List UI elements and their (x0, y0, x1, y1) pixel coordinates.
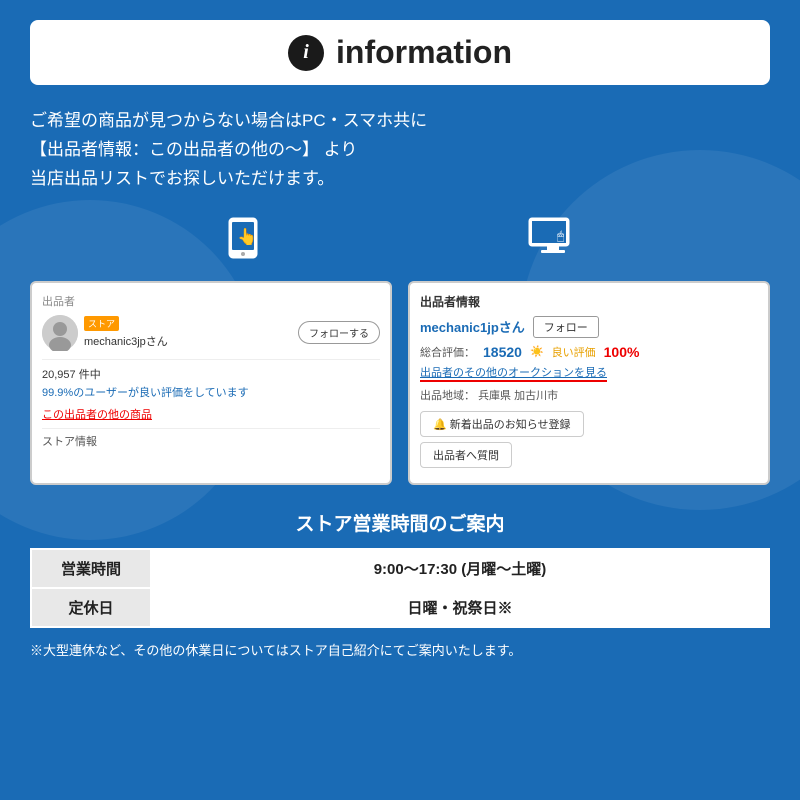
info-icon: i (288, 35, 324, 71)
auction-link[interactable]: 出品者のその他のオークションを見る (420, 364, 607, 382)
mobile-section-label: 出品者 (42, 293, 380, 309)
svg-text:👆: 👆 (237, 227, 257, 246)
divider1 (42, 359, 380, 360)
hours-label-1: 定休日 (31, 588, 151, 627)
store-hours-title: ストア営業時間のご案内 (30, 509, 770, 536)
store-info-label: ストア情報 (42, 428, 380, 449)
pc-screenshot: 出品者情報 mechanic1jpさん フォロー 総合評価： 18520 ☀️ … (408, 281, 770, 485)
pc-seller-row: mechanic1jpさん フォロー (420, 316, 758, 338)
hours-label-0: 営業時間 (31, 549, 151, 588)
pc-follow-button[interactable]: フォロー (533, 316, 599, 338)
header-title: information (336, 34, 512, 71)
mobile-review-count: 20,957 件中 (42, 366, 380, 382)
mobile-seller-name: mechanic3jpさん (84, 333, 168, 349)
store-badge: ストア (84, 316, 119, 331)
rating-value: 18520 (483, 344, 522, 360)
pc-seller-name: mechanic1jpさん (420, 317, 525, 336)
mobile-screenshot: 出品者 ストア mechanic3jpさん フォローする (30, 281, 392, 485)
hours-table: 営業時間 9:00〜17:30 (月曜〜土曜) 定休日 日曜・祝祭日※ (30, 548, 770, 628)
screenshots-row: 出品者 ストア mechanic3jpさん フォローする (30, 281, 770, 485)
notify-button[interactable]: 🔔 新着出品のお知らせ登録 (420, 411, 584, 437)
avatar (42, 315, 78, 351)
store-hours-note: ※大型連休など、その他の休業日についてはストア自己紹介にてご案内いたします。 (30, 640, 770, 659)
svg-text:🖱: 🖱 (557, 229, 564, 243)
location-label: 出品地域： (420, 390, 475, 402)
mobile-seller-row: ストア mechanic3jpさん フォローする (42, 315, 380, 351)
mobile-review-pct: 99.9%のユーザーが良い評価をしています (42, 384, 380, 400)
desc-line2: 【出品者情報：この出品者の他の〜】 より (30, 136, 770, 165)
description-block: ご希望の商品が見つからない場合はPC・スマホ共に 【出品者情報：この出品者の他の… (30, 107, 770, 194)
table-row: 定休日 日曜・祝祭日※ (31, 588, 769, 627)
pc-section-label: 出品者情報 (420, 293, 758, 310)
rating-label: 総合評価： (420, 344, 475, 360)
location-value: 兵庫県 加古川市 (478, 390, 558, 402)
seller-info-left: ストア mechanic3jpさん (42, 315, 168, 351)
desktop-icon: 🖱 (525, 214, 581, 271)
rating-row: 総合評価： 18520 ☀️ 良い評価 100% (420, 344, 758, 360)
information-header: i information (30, 20, 770, 85)
table-row: 営業時間 9:00〜17:30 (月曜〜土曜) (31, 549, 769, 588)
desc-line1: ご希望の商品が見つからない場合はPC・スマホ共に (30, 107, 770, 136)
mobile-follow-button[interactable]: フォローする (298, 321, 380, 344)
location-row: 出品地域： 兵庫県 加古川市 (420, 387, 758, 403)
store-hours-section: ストア営業時間のご案内 営業時間 9:00〜17:30 (月曜〜土曜) 定休日 … (30, 509, 770, 659)
hours-value-1: 日曜・祝祭日※ (151, 588, 769, 627)
seller-name-with-badge: ストア mechanic3jpさん (84, 316, 168, 349)
good-label: 良い評価 (552, 344, 596, 360)
other-items-link[interactable]: この出品者の他の商品 (42, 406, 380, 422)
mobile-icon: 👆 (219, 214, 267, 271)
hours-value-0: 9:00〜17:30 (月曜〜土曜) (151, 549, 769, 588)
good-pct: 100% (604, 344, 640, 360)
question-button[interactable]: 出品者へ質問 (420, 442, 512, 468)
device-icons-row: 👆 🖱 (30, 214, 770, 271)
good-rating-icon: ☀️ (530, 345, 544, 358)
desc-line3: 当店出品リストでお探しいただけます。 (30, 165, 770, 194)
